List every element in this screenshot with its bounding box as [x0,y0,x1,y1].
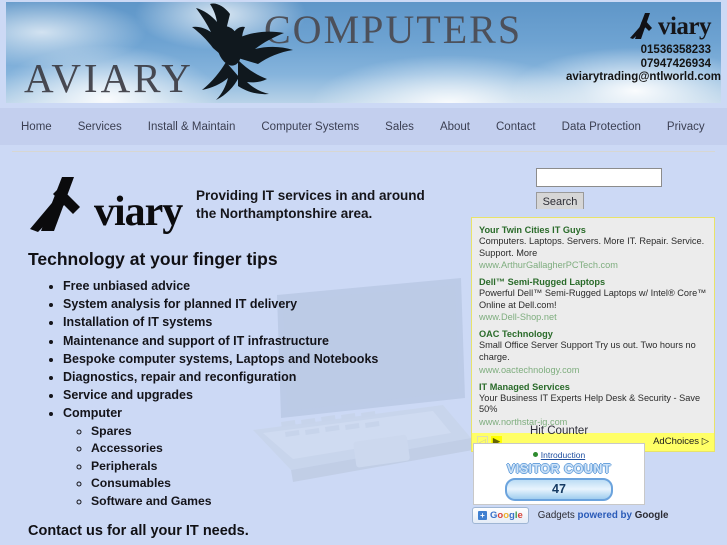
list-item: Bespoke computer systems, Laptops and No… [63,350,483,368]
gadget-credit-tail: Google [631,510,669,521]
visitor-count-title: VISITOR COUNT [506,462,612,476]
list-item: Free unbiased advice [63,277,483,295]
ad-url[interactable]: www.ArthurGallagherPCTech.com [479,259,707,271]
adchoices-label: AdChoices [653,435,700,447]
ad-title[interactable]: IT Managed Services [479,381,707,393]
sublist-item: Accessories [91,440,483,458]
ad-description: Your Business IT Experts Help Desk & Sec… [479,392,701,415]
ad-url[interactable]: www.oactechnology.com [479,364,707,376]
ad-url[interactable]: www.northstar-ig.com [479,416,707,428]
list-item: System analysis for planned IT delivery [63,295,483,313]
banner-phone-1: 01536358233 [640,44,711,56]
list-item-computer: Computer Spares Accessories Peripherals … [63,404,483,510]
list-item: Installation of IT systems [63,313,483,331]
bullet-icon [532,452,538,457]
site-tagline: Providing IT services in and around the … [196,188,425,221]
computer-sublist: Spares Accessories Peripherals Consumabl… [63,423,483,511]
banner-email: aviarytrading@ntlworld.com [566,71,721,83]
nav-item-home[interactable]: Home [18,119,55,135]
nav-item-contact[interactable]: Contact [493,119,539,135]
banner-phone-2: 07947426934 [640,57,711,70]
list-item-label: Computer [63,406,123,421]
adchoices-icon: ▷ [701,435,709,447]
banner-brand-word: viary [657,12,712,40]
content-brand-word: viary [94,189,183,236]
nav-item-install-maintain[interactable]: Install & Maintain [145,119,239,135]
ad-description: Small Office Server Support Try us out. … [479,340,696,362]
banner-brand-block: viary 01536358233 07947426934 aviarytrad… [566,10,721,85]
add-to-google-button[interactable]: + Google [472,507,529,524]
sublist-item: Peripherals [91,458,483,476]
nav-item-sales[interactable]: Sales [382,119,417,135]
aviary-a-icon [629,13,652,39]
banner-contact-info: 01536358233 07947426934 aviarytrading@nt… [566,44,721,85]
visitor-counter-widget: Introduction VISITOR COUNT 47 [473,443,645,505]
banner-brand-logo: viary [566,10,712,42]
ad-url[interactable]: www.Dell-Shop.net [479,311,707,323]
nav-item-services[interactable]: Services [75,119,125,135]
ad-entry[interactable]: Dell™ Semi-Rugged Laptops Powerful Dell™… [479,276,707,323]
gadget-credit-plain: Gadgets [537,510,578,521]
adchoices-badge[interactable]: AdChoices ▷ [653,435,709,449]
ad-title[interactable]: Your Twin Cities IT Guys [479,224,707,236]
gadget-credit-link[interactable]: powered by [578,510,632,521]
nav-divider [12,151,715,152]
ad-description: Computers. Laptops. Servers. More IT. Re… [479,236,705,258]
visitor-count-value: 47 [505,478,613,501]
nav-list: Home Services Install & Maintain Compute… [0,108,727,145]
list-item: Maintenance and support of IT infrastruc… [63,332,483,350]
search-button[interactable]: Search [536,191,584,209]
nav-item-data-protection[interactable]: Data Protection [559,119,644,135]
plus-icon: + [478,511,487,520]
counter-intro-label: Introduction [540,450,586,460]
search-input[interactable] [536,167,662,187]
aviary-a-icon [30,177,80,232]
hit-counter-label: Hit Counter [530,425,589,437]
services-list: Free unbiased advice System analysis for… [30,277,483,510]
counter-intro-link[interactable]: Introduction [474,450,644,460]
ad-title[interactable]: OAC Technology [479,328,707,340]
ad-entry[interactable]: IT Managed Services Your Business IT Exp… [479,381,707,428]
gadget-credit-text: Gadgets powered by Google [538,510,669,521]
nav-item-about[interactable]: About [437,119,473,135]
ad-entry[interactable]: OAC Technology Small Office Server Suppo… [479,328,707,375]
ad-title[interactable]: Dell™ Semi-Rugged Laptops [479,276,707,288]
page-headline: Technology at your finger tips [28,249,278,269]
ad-description: Powerful Dell™ Semi-Rugged Laptops w/ In… [479,288,707,310]
site-banner: AVIARY COMPUTERS viary 01536358233 07947… [6,2,721,103]
content-logo: viary [28,173,183,236]
list-item: Service and upgrades [63,386,483,404]
sublist-item: Software and Games [91,493,483,511]
nav-item-computer-systems[interactable]: Computer Systems [258,119,362,135]
main-navigation: Home Services Install & Maintain Compute… [0,108,727,145]
sublist-item: Consumables [91,475,483,493]
closing-statement: Contact us for all your IT needs. [28,523,249,539]
list-item: Diagnostics, repair and reconfiguration [63,368,483,386]
google-logo: Google [490,510,523,521]
advertisement-box: Your Twin Cities IT Guys Computers. Lapt… [471,217,715,452]
search-area: Search [536,167,718,209]
google-gadget-footer: + Google Gadgets powered by Google [472,507,668,524]
main-content: viary Providing IT services in and aroun… [0,155,727,545]
eagle-icon [192,3,293,100]
ad-entry[interactable]: Your Twin Cities IT Guys Computers. Lapt… [479,224,707,271]
nav-item-privacy[interactable]: Privacy [664,119,708,135]
sublist-item: Spares [91,423,483,441]
